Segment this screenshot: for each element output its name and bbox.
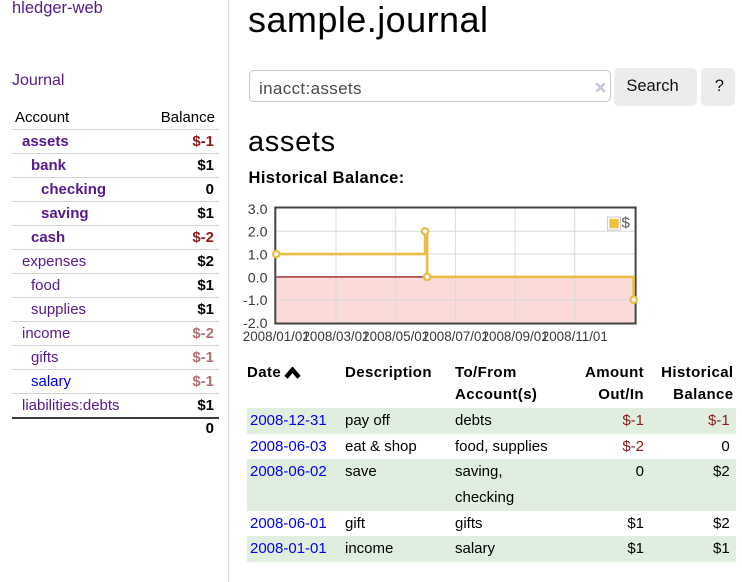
svg-text:3.0: 3.0 [248, 202, 268, 218]
svg-text:2008/05/01: 2008/05/01 [362, 329, 429, 344]
svg-text:2008/09/01: 2008/09/01 [482, 329, 549, 344]
svg-text:2008/01/01: 2008/01/01 [243, 329, 310, 344]
svg-text:2008/07/01: 2008/07/01 [422, 329, 489, 344]
svg-text:2008/11/01: 2008/11/01 [542, 329, 608, 344]
svg-text:1.0: 1.0 [248, 248, 268, 264]
svg-text:2.0: 2.0 [248, 225, 268, 241]
svg-text:0.0: 0.0 [248, 270, 268, 286]
svg-text:$: $ [622, 215, 631, 232]
svg-text:2008/03/01: 2008/03/01 [302, 329, 369, 344]
svg-text:-1.0: -1.0 [243, 293, 268, 309]
